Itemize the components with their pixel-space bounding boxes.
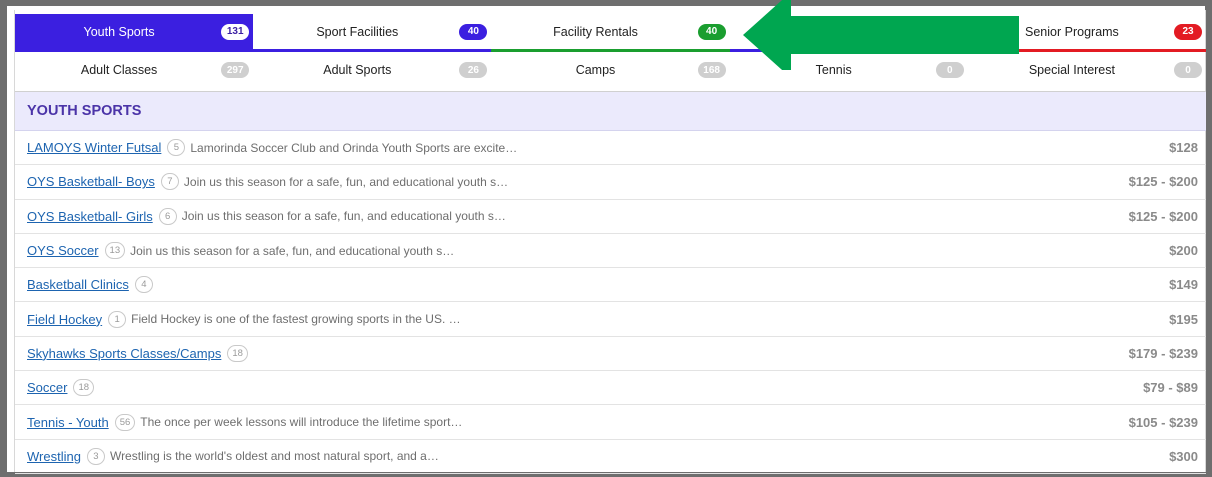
left-arrow-icon (743, 0, 1019, 70)
count-badge: 23 (1174, 23, 1203, 40)
tab-label: Sport Facilities (316, 24, 399, 39)
program-link[interactable]: OYS Basketball- Girls (27, 209, 153, 224)
program-description: Join us this season for a safe, fun, and… (181, 209, 506, 224)
tab-facility-rentals[interactable]: Facility Rentals 40 (491, 14, 730, 52)
program-price: $300 (1169, 448, 1198, 464)
count-badge: 26 (459, 62, 488, 78)
tab-camps[interactable]: Camps 168 (491, 52, 729, 91)
session-count-badge: 4 (134, 276, 153, 294)
program-row: Tennis - Youth 56 The once per week lesson… (15, 405, 1206, 440)
count-badge: 40 (697, 23, 726, 40)
tab-youth-sports[interactable]: Youth Sports 131 (15, 14, 254, 52)
program-price: $125 - $200 (1128, 208, 1198, 224)
tab-label: Adult Sports (323, 63, 392, 77)
tab-adult-sports[interactable]: Adult Sports 26 (253, 52, 491, 91)
tab-label: Adult Classes (80, 63, 158, 77)
session-count-badge: 6 (158, 207, 177, 225)
session-count-badge: 7 (160, 173, 179, 191)
program-price: $105 - $239 (1128, 414, 1198, 430)
program-price: $125 - $200 (1128, 174, 1198, 190)
program-link[interactable]: Skyhawks Sports Classes/Camps (27, 346, 221, 361)
tab-label: Facility Rentals (553, 24, 638, 39)
category-panel: Youth Sports 131 Sport Facilities 40 Facilit… (14, 10, 1207, 474)
count-badge: 168 (697, 62, 726, 78)
program-description: Join us this season for a safe, fun, and… (183, 174, 509, 189)
program-link[interactable]: OYS Basketball- Boys (27, 174, 155, 189)
program-description: Join us this season for a safe, fun, and… (130, 243, 455, 258)
program-description: Field Hockey is one of the fastest growi… (131, 312, 461, 327)
count-badge: 131 (221, 23, 250, 40)
program-link[interactable]: OYS Soccer (27, 243, 99, 258)
program-link[interactable]: Field Hockey (27, 312, 102, 327)
program-link[interactable]: Basketball Clinics (27, 277, 129, 292)
program-row: Field Hockey 1 Field Hockey is one of the … (15, 302, 1206, 337)
program-price: $79 - $89 (1143, 380, 1198, 396)
session-count-badge: 1 (108, 310, 127, 328)
tab-label: Youth Sports (83, 24, 155, 39)
program-price: $179 - $239 (1128, 345, 1198, 361)
session-count-badge: 13 (104, 242, 126, 260)
tab-label: Camps (575, 63, 616, 77)
category-tabs-row-1: Youth Sports 131 Sport Facilities 40 Facilit… (15, 14, 1207, 52)
program-description: Wrestling is the world's oldest and most… (109, 449, 439, 464)
session-count-badge: 18 (73, 379, 95, 397)
section-title: YOUTH SPORTS (15, 92, 1206, 131)
tab-adult-classes[interactable]: Adult Classes 297 (15, 52, 253, 91)
count-badge: 40 (459, 23, 488, 40)
program-row: Skyhawks Sports Classes/Camps 18 $179 - $2… (15, 337, 1206, 372)
program-row: OYS Basketball- Girls 6 Join us this seaso… (15, 200, 1206, 234)
program-price: $195 (1169, 311, 1198, 327)
tab-sport-facilities[interactable]: Sport Facilities 40 (253, 14, 492, 52)
count-badge: 297 (221, 62, 250, 78)
program-row: Wrestling 3 Wrestling is the world's oldes… (15, 440, 1206, 474)
program-link[interactable]: Soccer (27, 380, 67, 395)
session-count-badge: 56 (114, 413, 136, 431)
program-price: $128 (1169, 140, 1198, 156)
program-link[interactable]: LAMOYS Winter Futsal (27, 140, 161, 155)
program-row: Soccer 18 $79 - $89 (15, 371, 1206, 406)
session-count-badge: 5 (167, 139, 186, 157)
program-price: $149 (1169, 277, 1198, 293)
program-link[interactable]: Tennis - Youth (27, 415, 109, 430)
program-list: LAMOYS Winter Futsal 5 Lamorinda Soccer Cl… (15, 131, 1206, 474)
program-link[interactable]: Wrestling (27, 449, 81, 464)
program-row: OYS Soccer 13 Join us this season for a sa… (15, 234, 1206, 269)
program-description: The once per week lessons will introduce… (140, 415, 463, 430)
program-price: $200 (1169, 243, 1198, 259)
session-count-badge: 3 (86, 447, 105, 465)
count-badge: 0 (1174, 62, 1203, 78)
program-description: Lamorinda Soccer Club and Orinda Youth S… (190, 140, 518, 155)
program-row: OYS Basketball- Boys 7 Join us this season… (15, 165, 1206, 200)
category-tabs-row-2: Adult Classes 297 Adult Sports 26 Camps 168 Te… (15, 52, 1206, 92)
program-row: LAMOYS Winter Futsal 5 Lamorinda Soccer Cl… (15, 131, 1206, 166)
session-count-badge: 18 (227, 344, 248, 362)
program-row: Basketball Clinics 4 $149 (15, 268, 1206, 303)
